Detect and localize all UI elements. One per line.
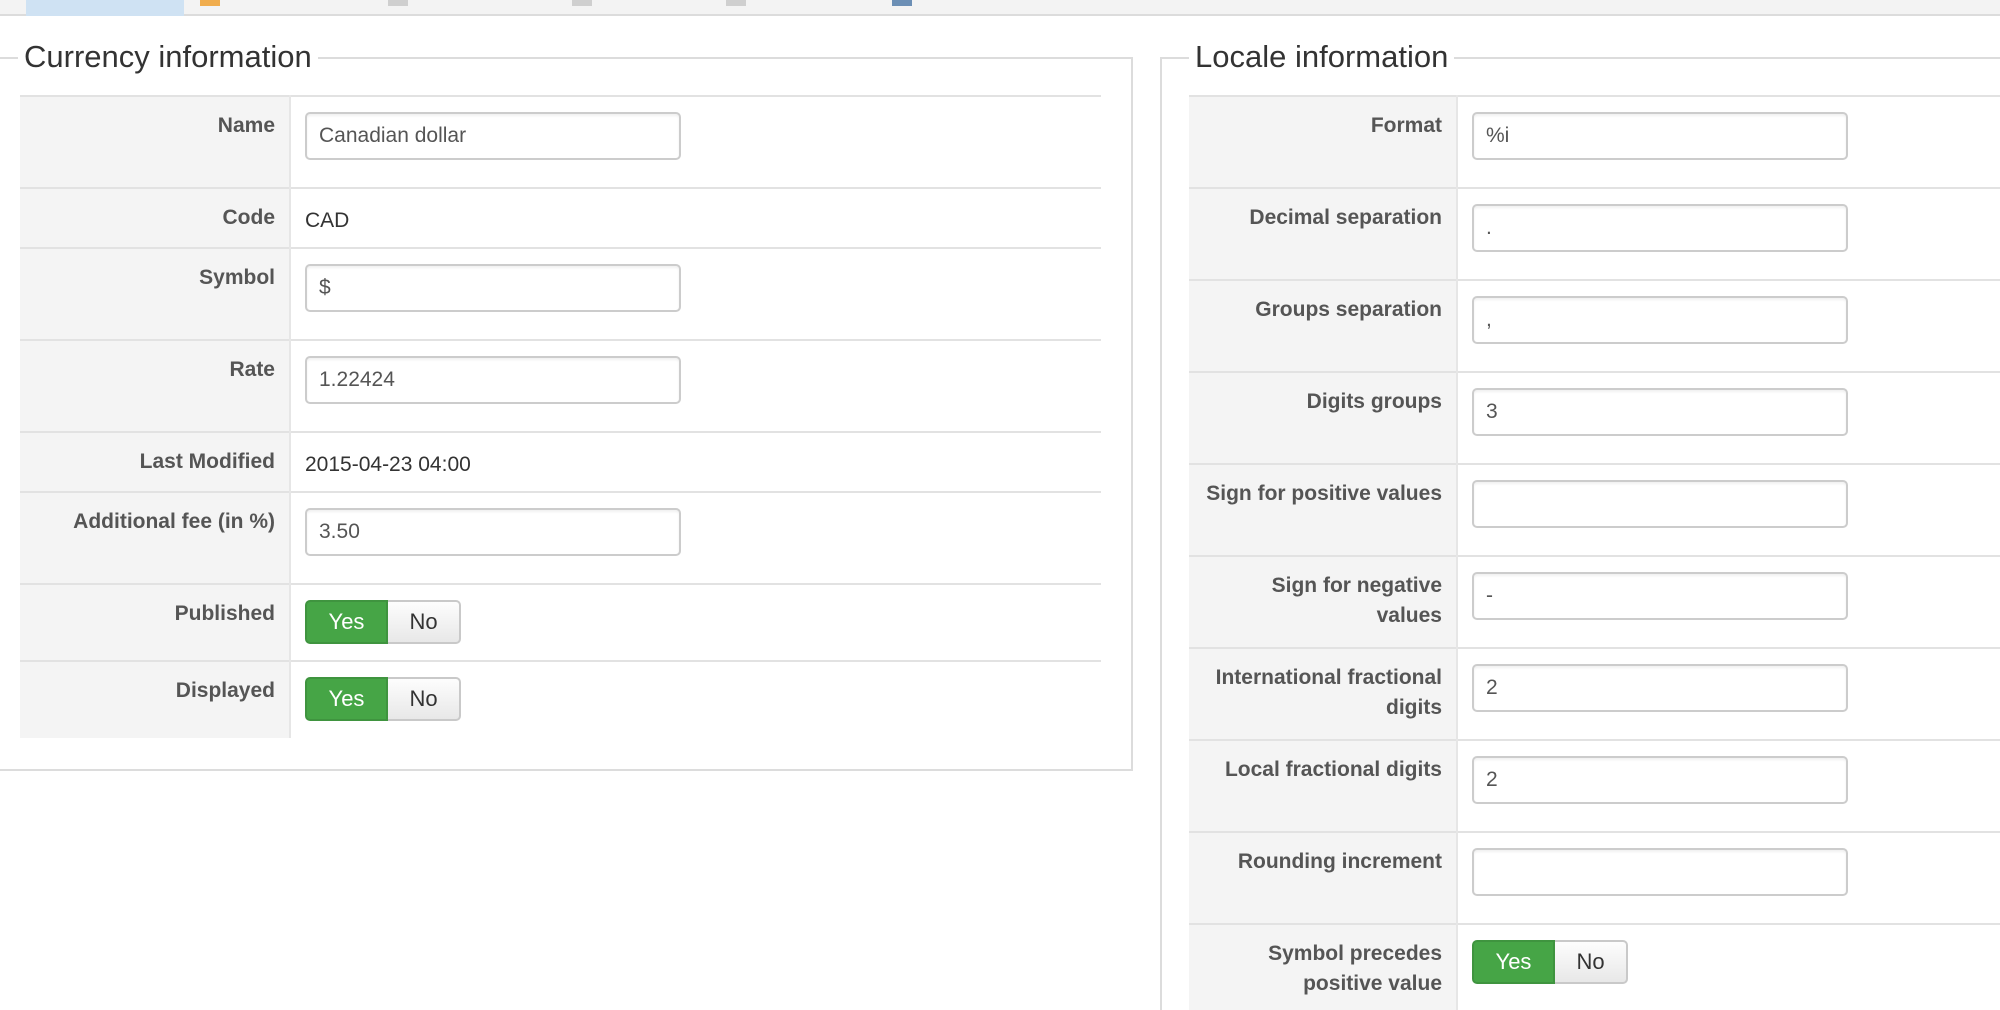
row-last-modified: Last Modified 2015-04-23 04:00 bbox=[20, 431, 1101, 492]
row-positive-sign: Sign for positive values bbox=[1189, 463, 2000, 556]
groups-separation-input[interactable] bbox=[1472, 296, 1848, 344]
published-label: Published bbox=[20, 583, 291, 661]
row-format: Format bbox=[1189, 95, 2000, 188]
digits-groups-input[interactable] bbox=[1472, 388, 1848, 436]
row-decimal-separation: Decimal separation bbox=[1189, 187, 2000, 280]
fee-label: Additional fee (in %) bbox=[20, 491, 291, 584]
tab-icon[interactable] bbox=[572, 0, 592, 6]
tab-icon[interactable] bbox=[892, 0, 912, 6]
row-digits-groups: Digits groups bbox=[1189, 371, 2000, 464]
negative-sign-label: Sign for negative values bbox=[1189, 555, 1458, 648]
tab-active[interactable] bbox=[26, 0, 184, 16]
positive-sign-input[interactable] bbox=[1472, 480, 1848, 528]
currency-form: Name Code CAD Symbol Rate Last Modified … bbox=[20, 95, 1101, 738]
tab-icon[interactable] bbox=[200, 0, 220, 6]
last-modified-value: 2015-04-23 04:00 bbox=[290, 431, 1101, 492]
published-yes-button[interactable]: Yes bbox=[305, 600, 388, 644]
symbol-input[interactable] bbox=[305, 264, 681, 312]
locale-form: Format Decimal separation Groups separat… bbox=[1189, 95, 2000, 1010]
tab-strip bbox=[0, 0, 2000, 16]
tab-icon[interactable] bbox=[726, 0, 746, 6]
local-fractional-digits-input[interactable] bbox=[1472, 756, 1848, 804]
negative-sign-input[interactable] bbox=[1472, 572, 1848, 620]
row-local-fractional-digits: Local fractional digits bbox=[1189, 739, 2000, 832]
name-label: Name bbox=[20, 95, 291, 188]
row-intl-fractional-digits: International fractional digits bbox=[1189, 647, 2000, 740]
row-published: Published Yes No bbox=[20, 583, 1101, 661]
currency-edit-page: Currency information Name Code CAD Symbo… bbox=[0, 0, 2000, 1010]
row-rate: Rate bbox=[20, 339, 1101, 432]
last-modified-label: Last Modified bbox=[20, 431, 291, 492]
row-symbol: Symbol bbox=[20, 247, 1101, 340]
published-no-button[interactable]: No bbox=[388, 600, 461, 644]
row-negative-sign: Sign for negative values bbox=[1189, 555, 2000, 648]
rounding-increment-input[interactable] bbox=[1472, 848, 1848, 896]
symbol-precedes-toggle: Yes No bbox=[1472, 940, 1628, 984]
code-label: Code bbox=[20, 187, 291, 248]
format-input[interactable] bbox=[1472, 112, 1848, 160]
format-label: Format bbox=[1189, 95, 1458, 188]
positive-sign-label: Sign for positive values bbox=[1189, 463, 1458, 556]
symbol-precedes-no-button[interactable]: No bbox=[1555, 940, 1628, 984]
row-code: Code CAD bbox=[20, 187, 1101, 248]
symbol-label: Symbol bbox=[20, 247, 291, 340]
symbol-precedes-label: Symbol precedes positive value bbox=[1189, 923, 1458, 1010]
name-input[interactable] bbox=[305, 112, 681, 160]
rate-input[interactable] bbox=[305, 356, 681, 404]
currency-legend: Currency information bbox=[18, 37, 318, 77]
displayed-yes-button[interactable]: Yes bbox=[305, 677, 388, 721]
tab-icon[interactable] bbox=[388, 0, 408, 6]
row-name: Name bbox=[20, 95, 1101, 188]
symbol-precedes-yes-button[interactable]: Yes bbox=[1472, 940, 1555, 984]
row-displayed: Displayed Yes No bbox=[20, 660, 1101, 738]
intl-fractional-digits-label: International fractional digits bbox=[1189, 647, 1458, 740]
intl-fractional-digits-input[interactable] bbox=[1472, 664, 1848, 712]
row-rounding-increment: Rounding increment bbox=[1189, 831, 2000, 924]
groups-separation-label: Groups separation bbox=[1189, 279, 1458, 372]
rounding-increment-label: Rounding increment bbox=[1189, 831, 1458, 924]
displayed-no-button[interactable]: No bbox=[388, 677, 461, 721]
locale-legend: Locale information bbox=[1189, 37, 1455, 77]
digits-groups-label: Digits groups bbox=[1189, 371, 1458, 464]
published-toggle: Yes No bbox=[305, 600, 461, 644]
decimal-separation-label: Decimal separation bbox=[1189, 187, 1458, 280]
rate-label: Rate bbox=[20, 339, 291, 432]
displayed-toggle: Yes No bbox=[305, 677, 461, 721]
row-symbol-precedes: Symbol precedes positive value Yes No bbox=[1189, 923, 2000, 1010]
displayed-label: Displayed bbox=[20, 660, 291, 738]
row-fee: Additional fee (in %) bbox=[20, 491, 1101, 584]
code-value: CAD bbox=[290, 187, 1101, 248]
local-fractional-digits-label: Local fractional digits bbox=[1189, 739, 1458, 832]
decimal-separation-input[interactable] bbox=[1472, 204, 1848, 252]
fee-input[interactable] bbox=[305, 508, 681, 556]
row-groups-separation: Groups separation bbox=[1189, 279, 2000, 372]
